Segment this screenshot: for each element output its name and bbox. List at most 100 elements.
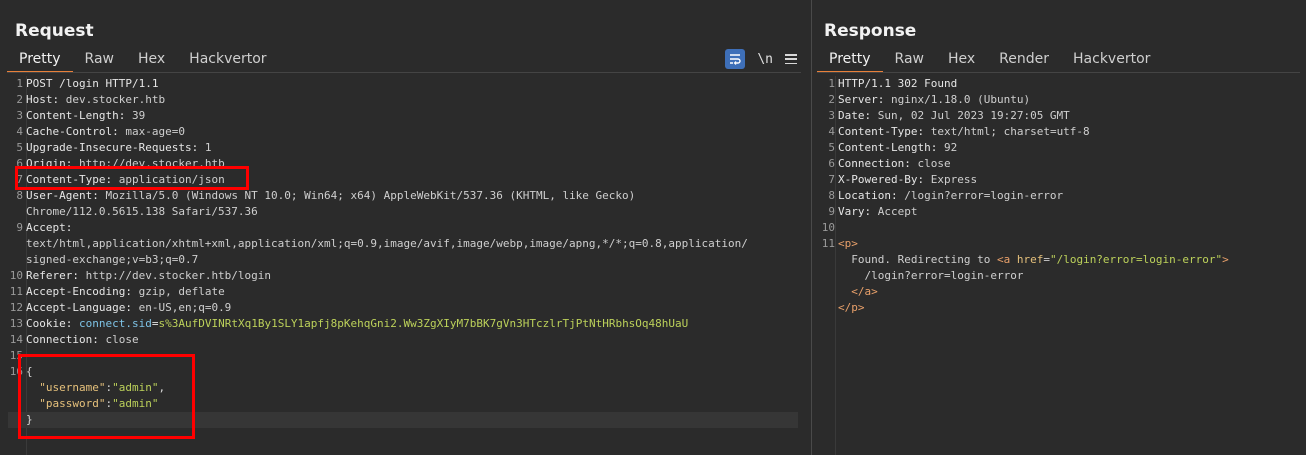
code-line: 9 Accept:	[8, 220, 798, 236]
request-tab-hackvertor[interactable]: Hackvertor	[177, 49, 278, 71]
code-line: 4 Content-Type: text/html; charset=utf-8	[820, 124, 1290, 140]
header-value: Chrome/112.0.5615.138 Safari/537.36	[26, 205, 258, 218]
header-name: Upgrade-Insecure-Requests	[26, 141, 192, 154]
code-text: X-Powered-By: Express	[838, 172, 977, 188]
header-separator: :	[72, 269, 86, 282]
code-text: Date: Sun, 02 Jul 2023 19:27:05 GMT	[838, 108, 1070, 124]
header-name: Content-Length	[26, 109, 119, 122]
code-line: }	[8, 412, 798, 428]
header-name: Host	[26, 93, 53, 106]
header-name: X-Powered-By	[838, 173, 918, 186]
code-text: Cookie: connect.sid=s%3AufDVINRtXq1By1SL…	[26, 316, 688, 332]
response-editor[interactable]: 1 HTTP/1.1 302 Found 2 Server: nginx/1.18.0…	[820, 76, 1290, 316]
html-text: Found. Redirecting to	[851, 253, 997, 266]
header-name: Referer	[26, 269, 73, 282]
line-number: 14	[9, 333, 23, 346]
line-number: 11	[821, 237, 835, 250]
line-number: 2	[16, 93, 23, 106]
header-value: text/html,application/xhtml+xml,applicat…	[26, 237, 748, 250]
request-title: Request	[15, 21, 94, 41]
code-line: 12 Accept-Language: en-US,en;q=0.9	[8, 300, 798, 316]
request-tab-raw[interactable]: Raw	[73, 49, 126, 71]
code-text: Referer: http://dev.stocker.htb/login	[26, 268, 271, 284]
header-name: Cache-Control	[26, 125, 113, 138]
header-separator: :	[125, 285, 139, 298]
code-line: Found. Redirecting to <a href="/login?er…	[820, 252, 1290, 268]
code-text: /login?error=login-error	[838, 268, 1024, 284]
header-value: application/json	[118, 173, 225, 186]
code-text: text/html,application/xhtml+xml,applicat…	[26, 236, 748, 252]
header-separator: :	[877, 93, 891, 106]
code-text: Location: /login?error=login-error	[838, 188, 1063, 204]
header-value: close	[917, 157, 951, 170]
code-line: 1 HTTP/1.1 302 Found	[820, 76, 1290, 92]
header-separator: :	[904, 157, 918, 170]
code-line: 11 Accept-Encoding: gzip, deflate	[8, 284, 798, 300]
line-number: 11	[9, 285, 23, 298]
response-tab-hackvertor[interactable]: Hackvertor	[1061, 49, 1162, 71]
line-number: 3	[828, 109, 835, 122]
code-line: 6 Connection: close	[820, 156, 1290, 172]
code-line: "password":"admin"	[8, 396, 798, 412]
code-text: Vary: Accept	[838, 204, 918, 220]
response-tab-pretty[interactable]: Pretty	[817, 49, 883, 73]
code-line: text/html,application/xhtml+xml,applicat…	[8, 236, 798, 252]
header-name: Origin	[26, 157, 66, 170]
response-tabs: Pretty Raw Hex Render Hackvertor	[817, 49, 1162, 73]
code-text: Server: nginx/1.18.0 (Ubuntu)	[838, 92, 1030, 108]
code-line: 2 Server: nginx/1.18.0 (Ubuntu)	[820, 92, 1290, 108]
code-text: Chrome/112.0.5615.138 Safari/537.36	[26, 204, 258, 220]
line-number: 2	[828, 93, 835, 106]
code-line: 8 User-Agent: Mozilla/5.0 (Windows NT 10.…	[8, 188, 798, 204]
header-separator: :	[112, 125, 126, 138]
response-tab-hex[interactable]: Hex	[936, 49, 987, 71]
line-number: 4	[16, 125, 23, 138]
request-tab-pretty[interactable]: Pretty	[7, 49, 73, 73]
header-value: 1	[204, 141, 212, 154]
line-number: 4	[828, 125, 835, 138]
header-separator: :	[105, 173, 119, 186]
code-line: 9 Vary: Accept	[820, 204, 1290, 220]
code-line: 7 Content-Type: application/json	[8, 172, 798, 188]
header-value: nginx/1.18.0 (Ubuntu)	[891, 93, 1031, 106]
header-name: HTTP/1.1 302 Found	[838, 77, 958, 90]
html-href-value: "/login?error=login-error"	[1049, 253, 1223, 266]
header-name: Accept	[26, 221, 66, 234]
header-name: Accept-Encoding	[26, 285, 126, 298]
header-value: Sun, 02 Jul 2023 19:27:05 GMT	[877, 109, 1070, 122]
request-editor[interactable]: 1 POST /login HTTP/1.1 2 Host: dev.stocker.…	[8, 76, 798, 428]
header-value: text/html; charset=utf-8	[930, 125, 1090, 138]
code-line: Chrome/112.0.5615.138 Safari/537.36	[8, 204, 798, 220]
menu-icon[interactable]	[785, 53, 797, 65]
code-text: Host: dev.stocker.htb	[26, 92, 165, 108]
json-key: "password"	[39, 397, 106, 410]
code-text: }	[26, 412, 33, 428]
code-text: "username":"admin",	[26, 380, 165, 396]
code-line: 10 Referer: http://dev.stocker.htb/login	[8, 268, 798, 284]
json-comma: ,	[158, 381, 166, 394]
code-line: 2 Host: dev.stocker.htb	[8, 92, 798, 108]
response-tab-raw[interactable]: Raw	[883, 49, 936, 71]
header-value: gzip, deflate	[138, 285, 225, 298]
line-number: 3	[16, 109, 23, 122]
code-line: /login?error=login-error	[820, 268, 1290, 284]
code-text: Connection: close	[26, 332, 139, 348]
line-number: 6	[16, 157, 23, 170]
line-number: 5	[16, 141, 23, 154]
header-value: max-age=0	[125, 125, 185, 138]
show-newlines-toggle[interactable]: \n	[757, 52, 773, 67]
header-separator: :	[890, 189, 905, 202]
code-text: </a>	[838, 284, 878, 300]
code-line: "username":"admin",	[8, 380, 798, 396]
header-name: Location	[838, 189, 891, 202]
response-tab-render[interactable]: Render	[987, 49, 1061, 71]
header-separator: :	[917, 125, 931, 138]
code-text: Content-Length: 39	[26, 108, 145, 124]
header-separator: :	[917, 173, 931, 186]
request-tab-hex[interactable]: Hex	[126, 49, 177, 71]
word-wrap-toggle[interactable]	[725, 49, 746, 69]
code-line: 4 Cache-Control: max-age=0	[8, 124, 798, 140]
header-separator: :	[864, 205, 878, 218]
